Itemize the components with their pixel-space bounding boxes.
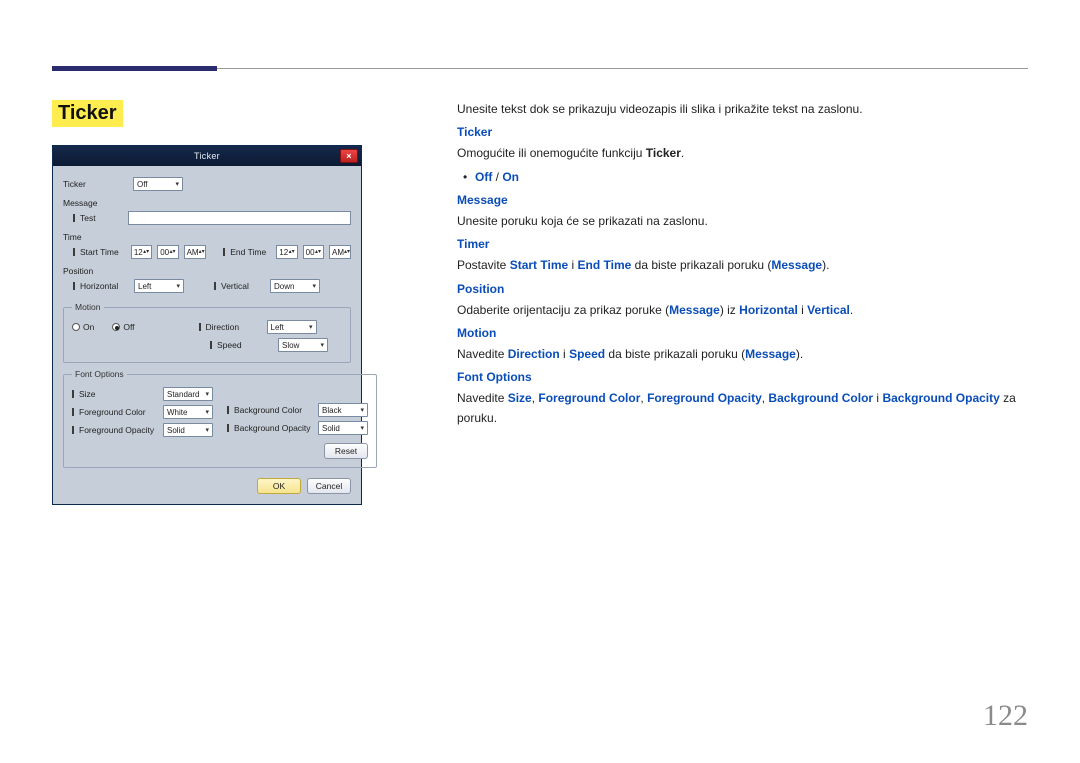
row-ticker: Ticker Off▾ bbox=[63, 174, 351, 194]
label-test: Test bbox=[73, 213, 128, 223]
ticker-dropdown[interactable]: Off▾ bbox=[133, 177, 183, 191]
label-position: Position bbox=[63, 266, 133, 276]
label-direction: Direction bbox=[199, 322, 249, 332]
label-size: Size bbox=[72, 389, 157, 399]
motion-off-radio[interactable]: Off bbox=[112, 322, 134, 332]
direction-dropdown[interactable]: Left▾ bbox=[267, 320, 317, 334]
legend-font-options: Font Options bbox=[72, 369, 127, 379]
chevron-down-icon: ▾ bbox=[205, 426, 209, 434]
group-motion: Motion On Off Direction Left▾ Speed Slow… bbox=[63, 302, 351, 363]
label-fg-opacity: Foreground Opacity bbox=[72, 425, 157, 435]
start-ampm-spinner[interactable]: AM▴▾ bbox=[184, 245, 206, 259]
motion-on-radio[interactable]: On bbox=[72, 322, 94, 332]
label-bg-opacity: Background Opacity bbox=[227, 423, 312, 433]
h-position: Position bbox=[457, 282, 504, 296]
row-position: Horizontal Left▾ Vertical Down▾ bbox=[63, 276, 351, 296]
end-ampm-spinner[interactable]: AM▴▾ bbox=[329, 245, 351, 259]
p-timer: Postavite Start Time i End Time da biste… bbox=[457, 256, 1028, 275]
label-ticker: Ticker bbox=[63, 179, 133, 189]
dialog-body: Ticker Off▾ Message Test Time Start Time… bbox=[53, 166, 361, 504]
p-font: Navedite Size, Foreground Color, Foregro… bbox=[457, 389, 1028, 427]
chevron-down-icon: ▾ bbox=[320, 341, 324, 349]
label-speed: Speed bbox=[210, 340, 260, 350]
label-vertical: Vertical bbox=[214, 281, 264, 291]
chevron-down-icon: ▾ bbox=[176, 282, 180, 290]
cancel-button[interactable]: Cancel bbox=[307, 478, 351, 494]
label-end-time: End Time bbox=[223, 247, 271, 257]
ok-button[interactable]: OK bbox=[257, 478, 301, 494]
size-dropdown[interactable]: Standard▾ bbox=[163, 387, 213, 401]
label-message: Message bbox=[63, 198, 133, 208]
h-message: Message bbox=[457, 193, 508, 207]
group-font-options: Font Options Size Standard▾ Foreground Co… bbox=[63, 369, 377, 468]
chevron-down-icon: ▾ bbox=[312, 282, 316, 290]
chevron-down-icon: ▾ bbox=[205, 408, 209, 416]
label-time: Time bbox=[63, 232, 133, 242]
p-position: Odaberite orijentaciju za prikaz poruke … bbox=[457, 301, 1028, 320]
ticker-dialog: Ticker × Ticker Off▾ Message Test bbox=[52, 145, 362, 505]
h-motion: Motion bbox=[457, 326, 496, 340]
chevron-down-icon: ▾ bbox=[175, 180, 179, 188]
end-hour-spinner[interactable]: 12▴▾ bbox=[276, 245, 297, 259]
row-message: Test bbox=[63, 208, 351, 228]
fg-opacity-dropdown[interactable]: Solid▾ bbox=[163, 423, 213, 437]
row-time: Start Time 12▴▾ 00▴▾ AM▴▾ End Time 12▴▾ … bbox=[63, 242, 351, 262]
left-column: Ticker Ticker × Ticker Off▾ Message Test bbox=[52, 100, 447, 505]
close-icon[interactable]: × bbox=[340, 149, 358, 163]
label-bg-color: Background Color bbox=[227, 405, 312, 415]
chevron-down-icon: ▾ bbox=[360, 406, 364, 414]
h-ticker: Ticker bbox=[457, 125, 492, 139]
content-area: Ticker Ticker × Ticker Off▾ Message Test bbox=[52, 100, 1028, 505]
p-motion: Navedite Direction i Speed da biste prik… bbox=[457, 345, 1028, 364]
h-font: Font Options bbox=[457, 370, 532, 384]
label-horizontal: Horizontal bbox=[73, 281, 128, 291]
bg-opacity-dropdown[interactable]: Solid▾ bbox=[318, 421, 368, 435]
bullet-off-on: Off / On bbox=[457, 168, 1028, 187]
label-start-time: Start Time bbox=[73, 247, 126, 257]
right-column: Unesite tekst dok se prikazuju videozapi… bbox=[447, 100, 1028, 505]
page-heading: Ticker bbox=[52, 100, 123, 127]
top-divider bbox=[52, 68, 1028, 69]
p-ticker: Omogućite ili onemogućite funkciju Ticke… bbox=[457, 144, 1028, 163]
label-fg-color: Foreground Color bbox=[72, 407, 157, 417]
end-min-spinner[interactable]: 00▴▾ bbox=[303, 245, 324, 259]
speed-dropdown[interactable]: Slow▾ bbox=[278, 338, 328, 352]
vertical-dropdown[interactable]: Down▾ bbox=[270, 279, 320, 293]
p-message: Unesite poruku koja će se prikazati na z… bbox=[457, 212, 1028, 231]
h-timer: Timer bbox=[457, 237, 489, 251]
reset-button[interactable]: Reset bbox=[324, 443, 368, 459]
dialog-footer: OK Cancel bbox=[63, 468, 351, 494]
legend-motion: Motion bbox=[72, 302, 104, 312]
bg-color-dropdown[interactable]: Black▾ bbox=[318, 403, 368, 417]
page-number: 122 bbox=[983, 699, 1028, 733]
message-input[interactable] bbox=[128, 211, 351, 225]
chevron-down-icon: ▾ bbox=[309, 323, 313, 331]
intro-text: Unesite tekst dok se prikazuju videozapi… bbox=[457, 100, 1028, 119]
dialog-title: Ticker bbox=[194, 151, 220, 161]
horizontal-dropdown[interactable]: Left▾ bbox=[134, 279, 184, 293]
chevron-down-icon: ▾ bbox=[205, 390, 209, 398]
chevron-down-icon: ▾ bbox=[360, 424, 364, 432]
start-min-spinner[interactable]: 00▴▾ bbox=[157, 245, 178, 259]
dialog-titlebar: Ticker × bbox=[53, 146, 361, 166]
page: Ticker Ticker × Ticker Off▾ Message Test bbox=[0, 0, 1080, 763]
start-hour-spinner[interactable]: 12▴▾ bbox=[131, 245, 152, 259]
fg-color-dropdown[interactable]: White▾ bbox=[163, 405, 213, 419]
